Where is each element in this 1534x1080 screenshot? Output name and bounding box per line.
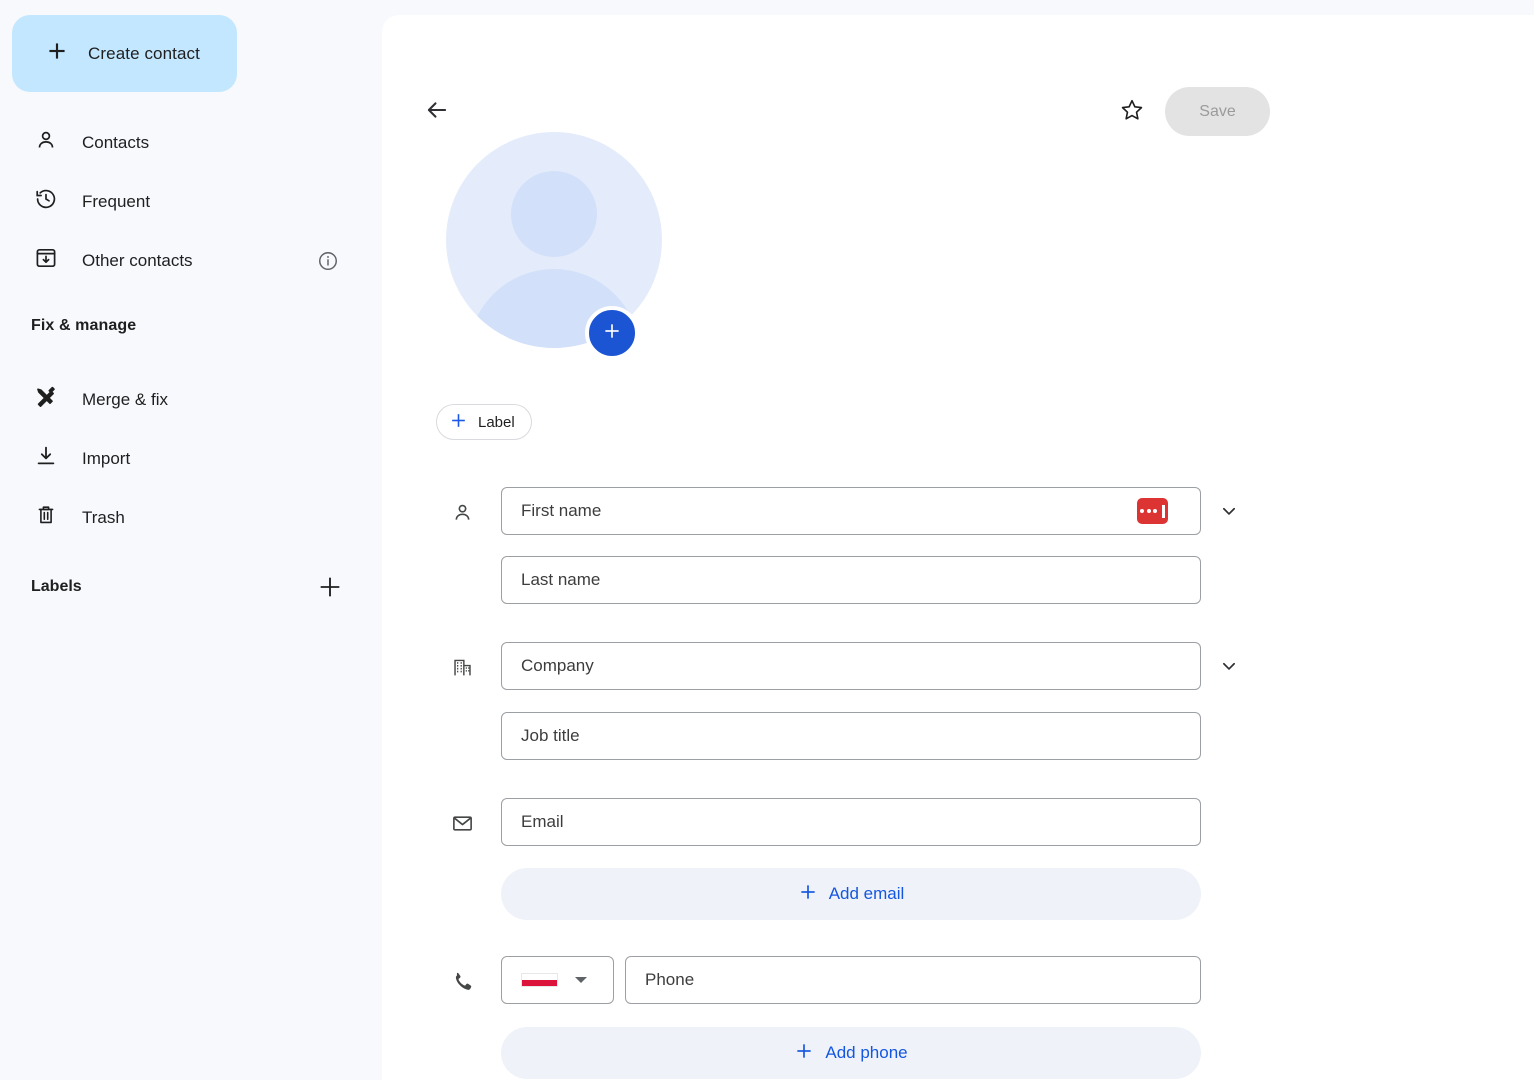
sidebar-item-contacts[interactable]: Contacts <box>0 113 382 172</box>
envelope-icon <box>450 811 474 835</box>
editor-toolbar: Save <box>382 15 1534 125</box>
sidebar-item-label: Merge & fix <box>82 390 168 410</box>
lastpass-autofill-icon[interactable] <box>1137 498 1168 524</box>
labels-heading: Labels <box>0 578 82 596</box>
arrow-left-icon <box>424 97 450 128</box>
phone-icon <box>450 969 474 993</box>
caret-down-icon <box>575 977 587 983</box>
last-name-input[interactable] <box>501 556 1201 604</box>
add-phone-button[interactable]: Add phone <box>501 1027 1201 1079</box>
add-email-button[interactable]: Add email <box>501 868 1201 920</box>
plus-icon <box>602 321 622 346</box>
plus-icon <box>794 1041 814 1066</box>
plus-icon <box>44 38 70 69</box>
chevron-down-icon[interactable] <box>1217 654 1241 678</box>
person-icon <box>450 500 474 524</box>
contacts-app: Create contact Contacts Frequent <box>0 0 1534 1080</box>
job-title-input[interactable] <box>501 712 1201 760</box>
create-contact-label: Create contact <box>88 44 200 64</box>
add-photo-button[interactable] <box>585 306 639 360</box>
sidebar-item-label: Other contacts <box>82 251 193 271</box>
add-email-label: Add email <box>829 884 905 904</box>
plus-icon <box>449 411 468 434</box>
labels-section: Labels <box>0 572 382 602</box>
archive-download-icon <box>34 246 58 275</box>
poland-flag-icon <box>521 973 558 987</box>
create-contact-button[interactable]: Create contact <box>12 15 237 92</box>
trash-icon <box>34 503 58 532</box>
fix-manage-nav: Merge & fix Import Trash <box>0 370 382 547</box>
sidebar: Create contact Contacts Frequent <box>0 0 382 1080</box>
person-icon <box>34 128 58 157</box>
hammer-wrench-icon <box>34 385 58 414</box>
plus-icon <box>798 882 818 907</box>
save-button[interactable]: Save <box>1165 87 1270 136</box>
phone-input[interactable] <box>625 956 1201 1004</box>
add-phone-label: Add phone <box>825 1043 907 1063</box>
create-label-button[interactable] <box>316 573 344 601</box>
avatar-head-shape <box>511 171 597 257</box>
email-input[interactable] <box>501 798 1201 846</box>
avatar[interactable] <box>446 132 662 348</box>
company-building-icon <box>450 655 474 679</box>
chevron-down-icon[interactable] <box>1217 499 1241 523</box>
add-label-text: Label <box>478 414 515 431</box>
sidebar-item-frequent[interactable]: Frequent <box>0 172 382 231</box>
star-outline-icon <box>1119 97 1145 128</box>
info-icon[interactable] <box>317 250 339 272</box>
sidebar-item-trash[interactable]: Trash <box>0 488 382 547</box>
first-name-input[interactable] <box>501 487 1201 535</box>
add-label-button[interactable]: Label <box>436 404 532 440</box>
sidebar-item-other-contacts[interactable]: Other contacts <box>0 231 382 290</box>
company-input[interactable] <box>501 642 1201 690</box>
sidebar-item-import[interactable]: Import <box>0 429 382 488</box>
history-clock-icon <box>34 187 58 216</box>
sidebar-item-merge-and-fix[interactable]: Merge & fix <box>0 370 382 429</box>
fix-and-manage-heading: Fix & manage <box>0 317 136 335</box>
sidebar-item-label: Import <box>82 449 130 469</box>
country-code-selector[interactable] <box>501 956 614 1004</box>
sidebar-item-label: Trash <box>82 508 125 528</box>
download-icon <box>34 444 58 473</box>
primary-nav: Contacts Frequent Other contacts <box>0 113 382 290</box>
sidebar-item-label: Frequent <box>82 192 150 212</box>
sidebar-item-label: Contacts <box>82 133 149 153</box>
back-button[interactable] <box>422 97 452 127</box>
favorite-button[interactable] <box>1115 95 1149 129</box>
contact-editor-panel: Save Label <box>382 15 1534 1080</box>
